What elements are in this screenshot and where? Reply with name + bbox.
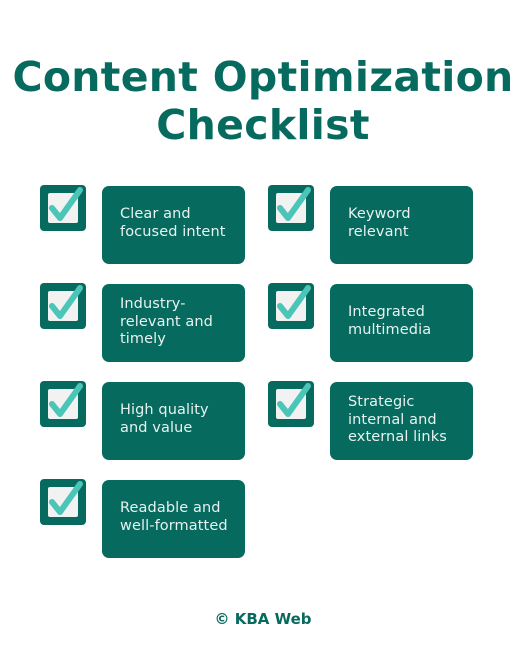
- title-line-2: Checklist: [156, 101, 370, 150]
- checkbox[interactable]: [40, 185, 86, 231]
- checklist-item: Strategic internal and external links: [263, 381, 473, 461]
- checklist-label: Clear and focused intent: [120, 206, 226, 240]
- checklist-item: Keyword relevant: [263, 185, 473, 265]
- checklist-card: Keyword relevant: [330, 186, 473, 264]
- checkmark-icon: [49, 481, 83, 515]
- checklist-card: Strategic internal and external links: [330, 382, 473, 460]
- checklist-label: Strategic internal and external links: [348, 394, 447, 445]
- checkbox[interactable]: [40, 479, 86, 525]
- checklist-label: High quality and value: [120, 402, 209, 436]
- checkbox[interactable]: [268, 381, 314, 427]
- checklist-item: Readable and well-formatted: [35, 479, 245, 559]
- checkbox[interactable]: [268, 283, 314, 329]
- checklist-item: Integrated multimedia: [263, 283, 473, 363]
- checkbox[interactable]: [40, 283, 86, 329]
- checklist-card: Readable and well-formatted: [102, 480, 245, 558]
- checklist-card: Industry- relevant and timely: [102, 284, 245, 362]
- footer-credit: © KBA Web: [214, 610, 312, 628]
- page-title: Content Optimization Checklist: [0, 53, 526, 149]
- checklist-item: High quality and value: [35, 381, 245, 461]
- checklist-label: Keyword relevant: [348, 206, 411, 240]
- title-line-1: Content Optimization: [12, 53, 514, 102]
- checklist-label: Integrated multimedia: [348, 304, 432, 338]
- checkmark-icon: [277, 285, 311, 319]
- checkmark-icon: [277, 187, 311, 221]
- checkbox[interactable]: [40, 381, 86, 427]
- checklist-item: Industry- relevant and timely: [35, 283, 245, 363]
- checklist-card: Integrated multimedia: [330, 284, 473, 362]
- checkbox[interactable]: [268, 185, 314, 231]
- checklist-card: Clear and focused intent: [102, 186, 245, 264]
- checkmark-icon: [49, 187, 83, 221]
- checklist-label: Readable and well-formatted: [120, 500, 228, 534]
- checkmark-icon: [49, 383, 83, 417]
- checkmark-icon: [277, 383, 311, 417]
- checkmark-icon: [49, 285, 83, 319]
- checklist-label: Industry- relevant and timely: [120, 296, 213, 347]
- checklist-item: Clear and focused intent: [35, 185, 245, 265]
- checklist-card: High quality and value: [102, 382, 245, 460]
